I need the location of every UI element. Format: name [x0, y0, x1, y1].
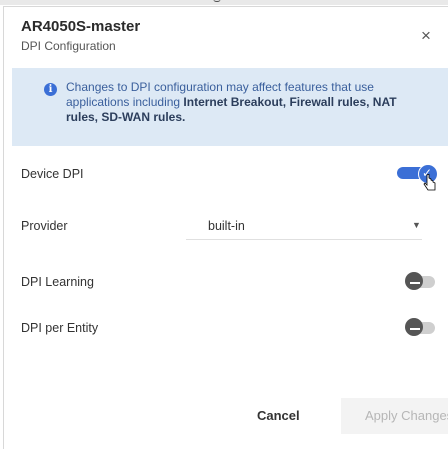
- dialog-subtitle: DPI Configuration: [21, 39, 116, 53]
- info-icon: i: [44, 83, 57, 96]
- dpi-per-entity-toggle[interactable]: [405, 318, 435, 336]
- provider-select[interactable]: built-in ▼: [186, 211, 422, 240]
- apply-changes-button[interactable]: Apply Changes: [341, 398, 448, 434]
- close-icon[interactable]: ×: [421, 27, 431, 44]
- cancel-button[interactable]: Cancel: [257, 408, 300, 423]
- provider-label: Provider: [21, 219, 68, 233]
- dialog-title: AR4050S-master: [21, 18, 141, 35]
- toggle-knob: [405, 318, 423, 336]
- dpi-per-entity-label: DPI per Entity: [21, 321, 99, 335]
- toggle-knob: [405, 272, 423, 290]
- dpi-learning-toggle[interactable]: [405, 272, 435, 290]
- device-dpi-label: Device DPI: [21, 167, 84, 181]
- notice-text: Changes to DPI configuration may affect …: [66, 80, 401, 125]
- background-top-bar: ⌣: [0, 0, 448, 7]
- pointer-cursor-icon: [423, 174, 436, 191]
- minus-icon: [410, 282, 420, 284]
- chevron-down-icon: ▼: [412, 220, 421, 230]
- minus-icon: [410, 328, 420, 330]
- provider-value: built-in: [208, 219, 245, 233]
- apply-changes-label: Apply Changes: [365, 408, 448, 423]
- dpi-learning-label: DPI Learning: [21, 275, 94, 289]
